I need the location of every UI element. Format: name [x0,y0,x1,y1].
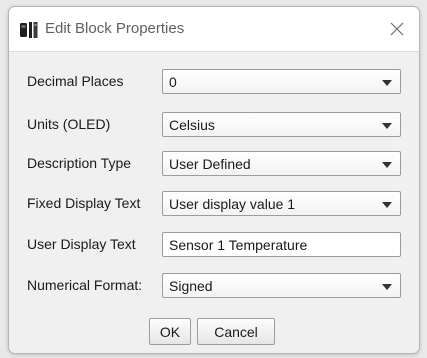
block-app-icon [20,22,38,38]
fixed-display-text-label: Fixed Display Text [27,195,141,211]
numerical-format-value: Signed [169,278,213,294]
fixed-display-text-select[interactable]: User display value 1 [162,191,401,216]
close-icon [390,22,404,36]
units-oled-select[interactable]: Celsius [162,112,401,137]
numerical-format-label: Numerical Format: [27,277,143,293]
units-oled-value: Celsius [169,117,215,133]
dropdown-arrow-icon [382,123,392,129]
fixed-display-text-value: User display value 1 [169,196,296,212]
user-display-text-input[interactable] [162,232,401,257]
decimal-places-label: Decimal Places [27,73,124,89]
window-title: Edit Block Properties [45,20,185,37]
numerical-format-select[interactable]: Signed [162,273,401,298]
description-type-value: User Defined [169,156,251,172]
decimal-places-select[interactable]: 0 [162,69,401,94]
edit-block-properties-dialog: Edit Block Properties Decimal Places 0 U… [8,6,420,354]
dropdown-arrow-icon [382,284,392,290]
close-button[interactable] [383,15,411,43]
description-type-label: Description Type [27,155,132,171]
dropdown-arrow-icon [382,80,392,86]
ok-button[interactable]: OK [149,318,191,345]
units-oled-label: Units (OLED) [27,116,111,132]
user-display-text-label: User Display Text [27,236,136,252]
decimal-places-value: 0 [169,74,177,90]
description-type-select[interactable]: User Defined [162,151,401,176]
title-bar: Edit Block Properties [9,7,419,52]
dropdown-arrow-icon [382,162,392,168]
cancel-button[interactable]: Cancel [197,318,275,345]
dropdown-arrow-icon [382,202,392,208]
